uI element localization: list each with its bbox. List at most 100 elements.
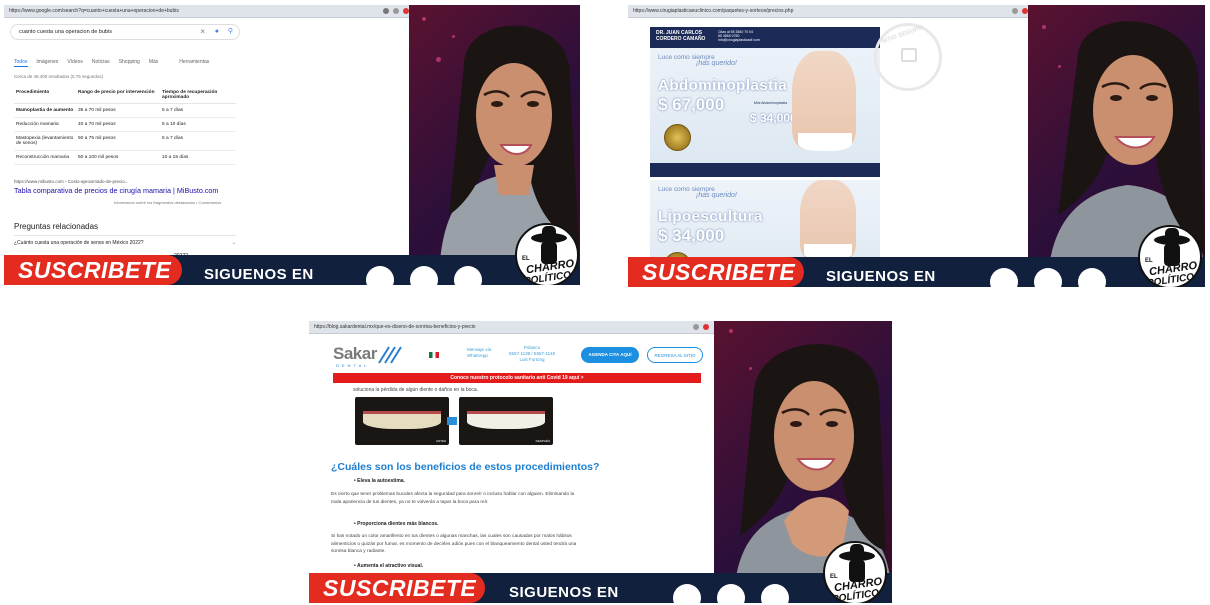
model-briefs-image (798, 133, 852, 151)
related-question[interactable]: ¿Cuánto cuesta una operación de senos en… (14, 235, 236, 246)
table-row: Reducción mamaria 40 a 70 mil pesos 5 a … (14, 117, 236, 132)
image-caption: DESPUÉS (535, 439, 550, 443)
address-bar[interactable]: https://www.google.com/search?q=cuanto+c… (9, 8, 379, 14)
tagline-quedo: ¡has querido! (696, 60, 737, 67)
chevron-down-icon[interactable]: ⌄ (232, 240, 236, 246)
logo-el: EL (522, 256, 530, 262)
secure-site-seal: SITIO SEGURO (874, 23, 942, 91)
image-caption: ANTES (435, 439, 446, 443)
lock-icon (901, 48, 917, 62)
benefit-title: • Eleva la autoestima. (354, 478, 405, 484)
benefit-title: • Aumenta el atractivo visual. (354, 563, 424, 569)
benefit-title-text: Proporciona dientes más blancos. (357, 521, 439, 527)
before-image: ANTES (355, 397, 449, 445)
return-to-site-button[interactable]: REGRESA AL SITIO (647, 347, 703, 363)
benefit-title-text: Eleva la autoestima. (357, 478, 405, 484)
extension-icon[interactable] (1012, 8, 1018, 14)
logo-el: EL (1145, 258, 1153, 264)
channel-logo: EL CHARRO POLÍTICO (823, 541, 887, 603)
table-row: Mamoplastia de aumento 35 a 70 mil pesos… (14, 103, 236, 118)
profile-icon[interactable] (703, 324, 709, 330)
bookmark-icon[interactable] (383, 8, 389, 14)
tab-mas[interactable]: Más (149, 59, 158, 65)
table-cell: 50 a 100 mil pesos (76, 150, 160, 165)
video-frame-sakar: https://blog.sakardental.mx/que-es-disen… (309, 321, 892, 603)
teeth-image (363, 411, 441, 429)
arrow-icon (447, 417, 457, 425)
table-cell: 35 a 70 mil pesos (76, 103, 160, 118)
follow-label: SIGUENOS EN (826, 268, 936, 285)
extension-icon[interactable] (693, 324, 699, 330)
procedure-name: Abdominoplastia (658, 77, 788, 94)
tab-noticias[interactable]: Noticias (92, 59, 110, 65)
mic-icon[interactable]: ● (215, 25, 219, 39)
tab-herramientas[interactable]: Herramientas (179, 59, 209, 65)
ad-footer (650, 163, 880, 177)
related-question-text: ¿Cuánto cuesta una operación de senos en… (14, 240, 144, 246)
address-bar[interactable]: https://www.cirugiaplasticaeuclinico.com… (633, 8, 1008, 14)
procedure-name: Lipoescultura (658, 208, 763, 225)
channel-logo: EL CHARRO POLÍTICO (1138, 225, 1202, 287)
active-tab-underline (14, 66, 28, 67)
mini-price: $ 34,000 (750, 111, 797, 125)
tab-shopping[interactable]: Shopping (119, 59, 140, 65)
table-header: Tiempo de recuperación aproximado (160, 87, 236, 104)
table-header: Procedimiento (14, 87, 76, 104)
table-row: Mastopexia (levantamiento de senos) 50 a… (14, 131, 236, 151)
table-cell: 40 a 70 mil pesos (76, 117, 160, 132)
benefit-title: • Proporciona dientes más blancos. (354, 521, 439, 527)
mexico-flag-icon (429, 352, 439, 358)
tab-todos[interactable]: Todos (14, 59, 27, 65)
clear-icon[interactable]: × (200, 25, 205, 39)
tab-videos[interactable]: Vídeos (67, 59, 83, 65)
browser-screen: https://www.google.com/search?q=cuanto+c… (4, 5, 414, 285)
search-input[interactable]: cuanto cuesta una operacion de bubis × ●… (10, 24, 240, 40)
table-cell: Mastopexia (levantamiento de senos) (14, 131, 76, 151)
search-tabs: Todos Imágenes Vídeos Noticias Shopping … (14, 59, 209, 65)
benefit-title-text: Aumenta el atractivo visual. (356, 563, 424, 569)
result-source: https://www.mibusto.com › Costo-aproxima… (14, 179, 129, 184)
follow-label: SIGUENOS EN (204, 266, 314, 283)
extension-icon[interactable] (393, 8, 399, 14)
contact-info: Citas al 55 3840 70 04 55 3865 0750 info… (718, 30, 760, 42)
benefits-heading: ¿Cuáles son los beneficios de estos proc… (331, 461, 600, 473)
polanco-contact[interactable]: Polanco 5557-1138 / 5557-1145 Luis Furto… (509, 345, 555, 363)
benefit-paragraph: Si has notado un color amarillento en tu… (331, 534, 577, 554)
tagline-quedo: ¡has querido! (696, 192, 737, 199)
table-cell: Reconstrucción mamaria (14, 150, 76, 165)
benefit-paragraph: Es cierto que tener problemas bucales af… (331, 492, 575, 505)
table-row: Reconstrucción mamaria 50 a 100 mil peso… (14, 150, 236, 165)
table-cell: 10 a 15 días (160, 150, 236, 165)
procedure-price: $ 67,000 (658, 95, 725, 114)
schedule-appointment-button[interactable]: AGENDA CITA AQUÍ (581, 347, 639, 363)
covid-protocol-banner[interactable]: Conoce nuestro protocolo sanitario anti … (333, 373, 701, 383)
table-cell: 5 a 7 días (160, 131, 236, 151)
video-frame-google: https://www.google.com/search?q=cuanto+c… (4, 5, 580, 285)
result-stats: Cerca de 48,400 resultados (0.75 segundo… (14, 74, 104, 79)
ad-abdominoplastia[interactable]: DR. JUAN CARLOS CORDERO CAMAÑO Citas al … (650, 27, 880, 177)
browser-screen: https://www.cirugiaplasticaeuclinico.com… (628, 5, 1033, 287)
tab-imagenes[interactable]: Imágenes (36, 59, 58, 65)
table-cell: 5 a 7 días (160, 103, 236, 118)
quality-seal-icon (664, 124, 691, 151)
channel-logo: EL CHARRO POLÍTICO (515, 223, 579, 285)
video-frame-clinic: https://www.cirugiaplasticaeuclinico.com… (628, 5, 1205, 287)
search-icon[interactable]: ⚲ (228, 25, 233, 39)
subscribe-button[interactable]: SUSCRIBETE (309, 573, 485, 603)
subscribe-button[interactable]: SUSCRIBETE (628, 257, 804, 287)
address-bar[interactable]: https://blog.sakardental.mx/que-es-disen… (314, 324, 689, 330)
search-query: cuanto cuesta una operacion de bubis (19, 29, 112, 35)
table-cell: Reducción mamaria (14, 117, 76, 132)
sakar-logo-sub: DENTAL (336, 363, 370, 368)
related-questions-title: Preguntas relacionadas (14, 222, 99, 231)
sakar-page: Sakar DENTAL Mensaje vía WhatsApp Polanc… (309, 335, 714, 603)
doctor-name: DR. JUAN CARLOS CORDERO CAMAÑO (656, 30, 706, 42)
subscribe-button[interactable]: SUSCRIBETE (4, 255, 182, 285)
snippet-feedback[interactable]: Información sobre los fragmentos destaca… (114, 200, 221, 205)
secure-seal-text: SITIO SEGURO (881, 24, 925, 46)
browser-toolbar: https://www.cirugiaplasticaeuclinico.com… (628, 5, 1033, 18)
whatsapp-contact[interactable]: Mensaje vía WhatsApp (467, 347, 491, 359)
sakar-logo[interactable]: Sakar (333, 344, 377, 364)
browser-toolbar: https://www.google.com/search?q=cuanto+c… (4, 5, 414, 18)
result-title-link[interactable]: Tabla comparativa de precios de cirugía … (14, 186, 218, 195)
